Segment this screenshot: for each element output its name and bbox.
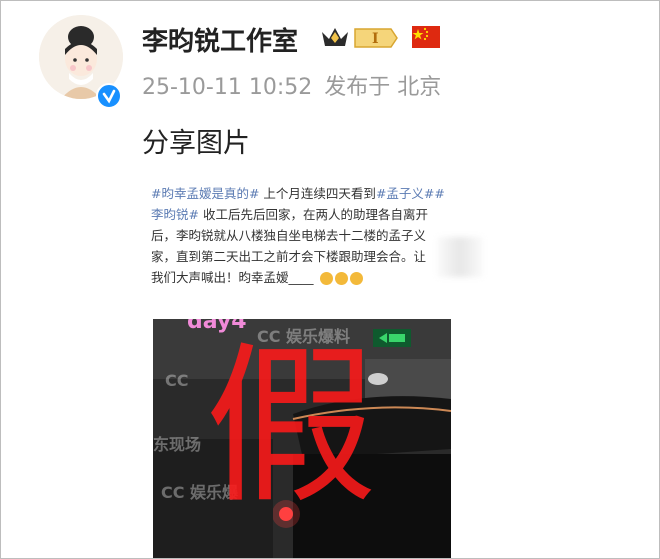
fake-overlay-text: 假 xyxy=(205,326,377,527)
embedded-text: 上个月连续四天看到 xyxy=(259,186,376,201)
author-name[interactable]: 李昀锐工作室 xyxy=(142,21,298,58)
china-flag-icon xyxy=(412,26,440,48)
blur-region xyxy=(437,237,483,277)
level-text: I xyxy=(372,31,379,47)
hashtag[interactable]: #昀幸孟嫒是真的# xyxy=(151,186,259,201)
verified-icon xyxy=(96,83,122,109)
embedded-text: 家，直到第二天出工之前才会下楼跟助理会合。让 xyxy=(151,249,427,264)
emoji-icon xyxy=(349,272,363,285)
post-card: 李昀锐工作室 I 25-10-11 10:52 发布于 北京 分享图片 #昀幸孟嫒… xyxy=(0,0,660,559)
embedded-text: 我们大声喊出！昀幸孟嫒____ xyxy=(151,270,314,285)
watermark: CC xyxy=(165,371,189,390)
post-location: 发布于 北京 xyxy=(324,75,442,100)
hashtag[interactable]: #孟子义## xyxy=(376,186,445,201)
embedded-text: 后，李昀锐就从八楼独自坐电梯去十二楼的孟子义 xyxy=(151,228,427,243)
crown-icon xyxy=(320,24,350,50)
elevator-photo[interactable]: day4 CC 娱乐爆料 CC 东现场 CC 娱乐爆 假 xyxy=(153,319,451,558)
hashtag[interactable]: 李昀锐# xyxy=(151,207,199,222)
emoji-icon xyxy=(319,272,333,285)
post-timestamp[interactable]: 25-10-11 10:52 xyxy=(142,75,312,100)
embedded-screenshot[interactable]: #昀幸孟嫒是真的# 上个月连续四天看到#孟子义## 李昀锐# 收工后先后回家，在… xyxy=(141,173,483,558)
member-level-badge[interactable]: I xyxy=(353,27,399,49)
post-text: 分享图片 xyxy=(142,128,250,159)
emoji-icon xyxy=(334,272,348,285)
embedded-post-text: #昀幸孟嫒是真的# 上个月连续四天看到#孟子义## 李昀锐# 收工后先后回家，在… xyxy=(151,183,456,288)
watermark: 东现场 xyxy=(153,435,202,454)
post-meta: 25-10-11 10:52 发布于 北京 xyxy=(142,69,453,101)
embedded-text: 收工后先后回家，在两人的助理各自离开 xyxy=(198,207,428,222)
